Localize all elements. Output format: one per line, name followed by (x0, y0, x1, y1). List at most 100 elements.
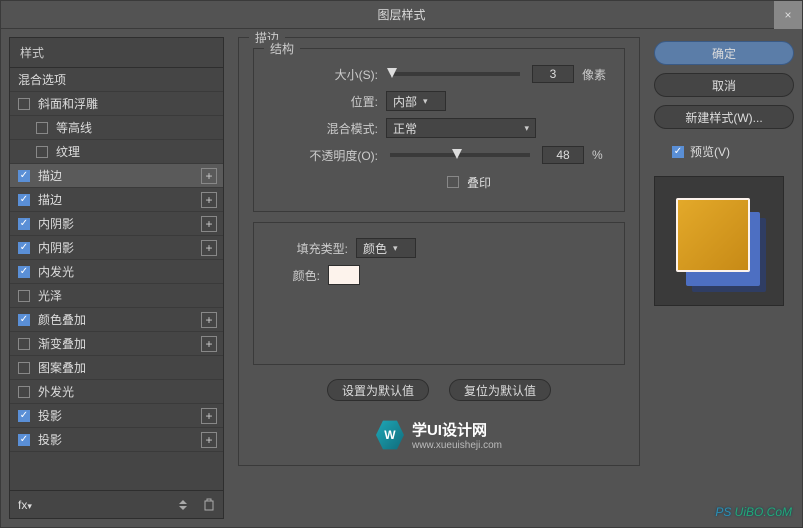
default-buttons: 设置为默认值 复位为默认值 (253, 379, 625, 401)
opacity-input[interactable] (542, 146, 584, 164)
style-checkbox[interactable] (18, 434, 30, 446)
add-instance-icon[interactable]: + (201, 408, 217, 424)
style-checkbox[interactable] (18, 386, 30, 398)
blendmode-row: 混合模式: 正常▾ (268, 116, 610, 140)
opacity-slider[interactable] (390, 153, 530, 157)
style-checkbox[interactable] (36, 146, 48, 158)
blendmode-label: 混合模式: (268, 120, 378, 137)
style-item[interactable]: 等高线 (10, 116, 223, 140)
style-item[interactable]: 渐变叠加+ (10, 332, 223, 356)
add-instance-icon[interactable]: + (201, 192, 217, 208)
style-item[interactable]: 投影 + (10, 404, 223, 428)
style-checkbox[interactable] (18, 290, 30, 302)
layer-style-dialog: 图层样式 × 样式 混合选项 斜面和浮雕等高线纹理描边+描边+内阴影+内阴影+内… (0, 0, 803, 528)
blendmode-select[interactable]: 正常▾ (386, 118, 536, 138)
position-row: 位置: 内部▾ (268, 89, 610, 113)
style-item[interactable]: 斜面和浮雕 (10, 92, 223, 116)
preview-toggle[interactable]: 预览(V) (672, 143, 794, 160)
style-item[interactable]: 图案叠加 (10, 356, 223, 380)
chevron-down-icon: ▾ (423, 96, 428, 107)
close-icon: × (784, 8, 791, 22)
action-panel: 确定 取消 新建样式(W)... 预览(V) (654, 37, 794, 519)
watermark-logo-icon: W (376, 419, 404, 451)
fx-icon[interactable]: fx▾ (18, 498, 32, 512)
style-checkbox[interactable] (18, 410, 30, 422)
style-item[interactable]: 内阴影 + (10, 236, 223, 260)
size-slider[interactable] (390, 72, 520, 76)
style-label: 图案叠加 (38, 359, 86, 376)
titlebar[interactable]: 图层样式 × (1, 1, 802, 29)
style-item[interactable]: 外发光 (10, 380, 223, 404)
color-swatch[interactable] (328, 265, 360, 285)
styles-header: 样式 (10, 38, 223, 68)
style-checkbox[interactable] (36, 122, 48, 134)
style-checkbox[interactable] (18, 314, 30, 326)
style-label: 斜面和浮雕 (38, 95, 98, 112)
set-default-button[interactable]: 设置为默认值 (327, 379, 429, 401)
add-instance-icon[interactable]: + (201, 336, 217, 352)
reset-default-button[interactable]: 复位为默认值 (449, 379, 551, 401)
style-label: 投影 (38, 431, 62, 448)
add-instance-icon[interactable]: + (201, 432, 217, 448)
fill-fieldset: 填充类型: 颜色▾ 颜色: (253, 222, 625, 365)
style-label: 内阴影 (38, 239, 74, 256)
size-input[interactable] (532, 65, 574, 83)
structure-fieldset: 结构 大小(S): 像素 位置: 内部▾ 混合模式: (253, 48, 625, 212)
size-label: 大小(S): (268, 66, 378, 83)
size-row: 大小(S): 像素 (268, 62, 610, 86)
style-item[interactable]: 光泽 (10, 284, 223, 308)
trash-icon[interactable] (203, 498, 215, 511)
filltype-label: 填充类型: (268, 240, 348, 257)
style-checkbox[interactable] (18, 338, 30, 350)
add-instance-icon[interactable]: + (201, 240, 217, 256)
style-item[interactable]: 内阴影 + (10, 212, 223, 236)
style-checkbox[interactable] (18, 362, 30, 374)
structure-legend: 结构 (264, 40, 300, 57)
style-label: 内发光 (38, 263, 74, 280)
style-item[interactable]: 描边+ (10, 164, 223, 188)
style-checkbox[interactable] (18, 98, 30, 110)
color-row: 颜色: (268, 263, 610, 287)
preview-checkbox[interactable] (672, 146, 684, 158)
style-checkbox[interactable] (18, 266, 30, 278)
style-checkbox[interactable] (18, 218, 30, 230)
opacity-unit: % (592, 148, 603, 162)
style-label: 颜色叠加 (38, 311, 86, 328)
add-instance-icon[interactable]: + (201, 168, 217, 184)
up-down-icon[interactable] (177, 499, 189, 511)
color-label: 颜色: (268, 267, 320, 284)
watermark-url: www.xueuisheji.com (412, 440, 502, 451)
style-label: 等高线 (56, 119, 92, 136)
style-checkbox[interactable] (18, 170, 30, 182)
style-checkbox[interactable] (18, 194, 30, 206)
options-panel: 描边 结构 大小(S): 像素 位置: 内部▾ (232, 37, 646, 519)
close-button[interactable]: × (774, 1, 802, 29)
new-style-button[interactable]: 新建样式(W)... (654, 105, 794, 129)
size-unit: 像素 (582, 66, 606, 83)
position-select[interactable]: 内部▾ (386, 91, 446, 111)
position-label: 位置: (268, 93, 378, 110)
style-label: 内阴影 (38, 215, 74, 232)
style-label: 投影 (38, 407, 62, 424)
preview-thumbnail (654, 176, 784, 306)
style-item[interactable]: 内发光 (10, 260, 223, 284)
opacity-label: 不透明度(O): (268, 147, 378, 164)
style-item[interactable]: 纹理 (10, 140, 223, 164)
blend-options-item[interactable]: 混合选项 (10, 68, 223, 92)
overprint-row: 叠印 (268, 170, 610, 194)
style-item[interactable]: 描边+ (10, 188, 223, 212)
style-checkbox[interactable] (18, 242, 30, 254)
style-item[interactable]: 颜色叠加 + (10, 308, 223, 332)
opacity-row: 不透明度(O): % (268, 143, 610, 167)
dialog-body: 样式 混合选项 斜面和浮雕等高线纹理描边+描边+内阴影+内阴影+内发光光泽颜色叠… (1, 29, 802, 527)
add-instance-icon[interactable]: + (201, 216, 217, 232)
style-item[interactable]: 投影 + (10, 428, 223, 452)
preview-label: 预览(V) (690, 143, 730, 160)
filltype-select[interactable]: 颜色▾ (356, 238, 416, 258)
add-instance-icon[interactable]: + (201, 312, 217, 328)
ok-button[interactable]: 确定 (654, 41, 794, 65)
stroke-fieldset: 描边 结构 大小(S): 像素 位置: 内部▾ (238, 37, 640, 466)
overprint-checkbox[interactable] (447, 176, 459, 188)
overprint-label: 叠印 (467, 174, 491, 191)
cancel-button[interactable]: 取消 (654, 73, 794, 97)
